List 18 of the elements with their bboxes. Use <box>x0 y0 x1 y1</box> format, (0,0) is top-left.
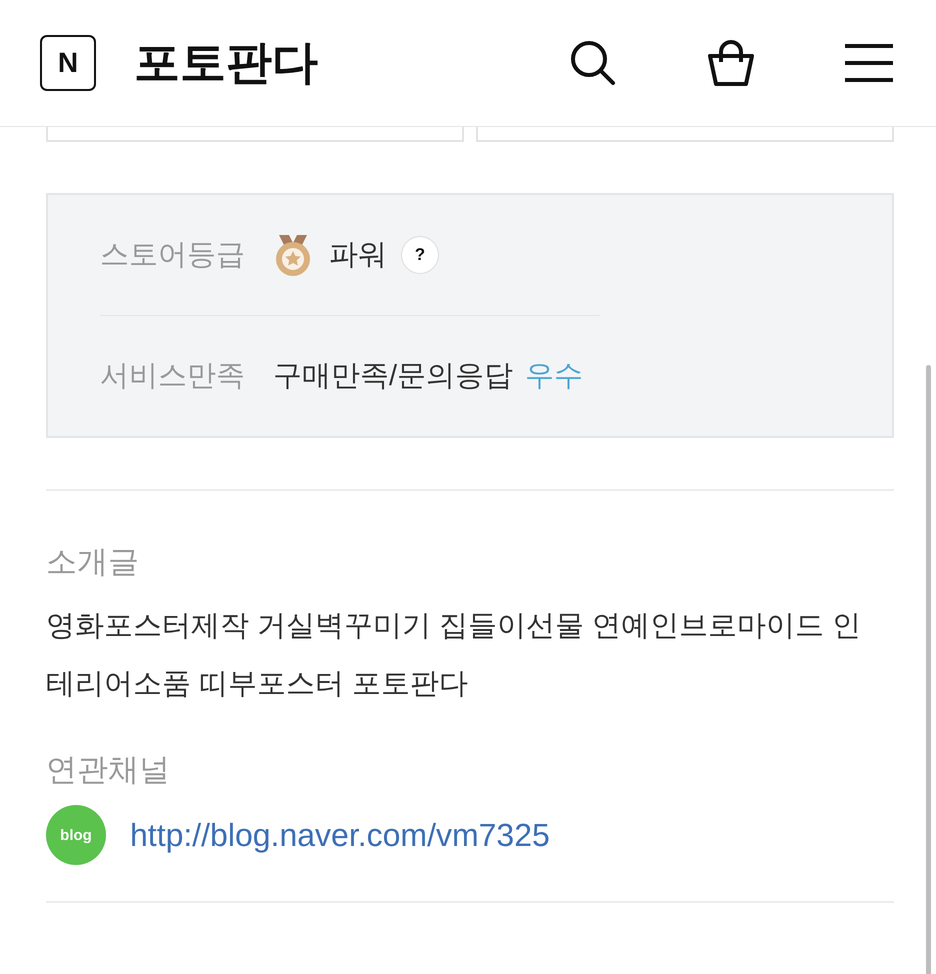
search-icon <box>569 39 617 87</box>
store-title: 포토판다 <box>134 35 319 90</box>
channel-link[interactable]: http://blog.naver.com/vm7325 <box>130 816 550 854</box>
medal-icon <box>273 233 313 277</box>
info-label: 스토어등급 <box>100 238 245 273</box>
help-button[interactable]: ? <box>401 236 439 274</box>
shopping-bag-icon <box>706 38 756 88</box>
menu-icon <box>845 44 893 82</box>
section-label: 연관채널 <box>46 751 171 789</box>
intro-text: 영화포스터제작 거실벽꾸미기 집들이선물 연예인브로마이드 인테리어소품 띠부포스터 포토판다 <box>46 609 862 702</box>
blog-badge: blog <box>46 805 106 865</box>
store-logo[interactable]: N <box>40 35 96 91</box>
info-value: 구매만족/문의응답 <box>273 359 514 394</box>
section-label: 소개글 <box>46 543 140 581</box>
grade-value: 우수 <box>525 359 584 394</box>
info-value: 파워 <box>329 238 387 273</box>
info-label: 서비스만족 <box>100 359 245 394</box>
scrollbar[interactable] <box>926 365 931 974</box>
